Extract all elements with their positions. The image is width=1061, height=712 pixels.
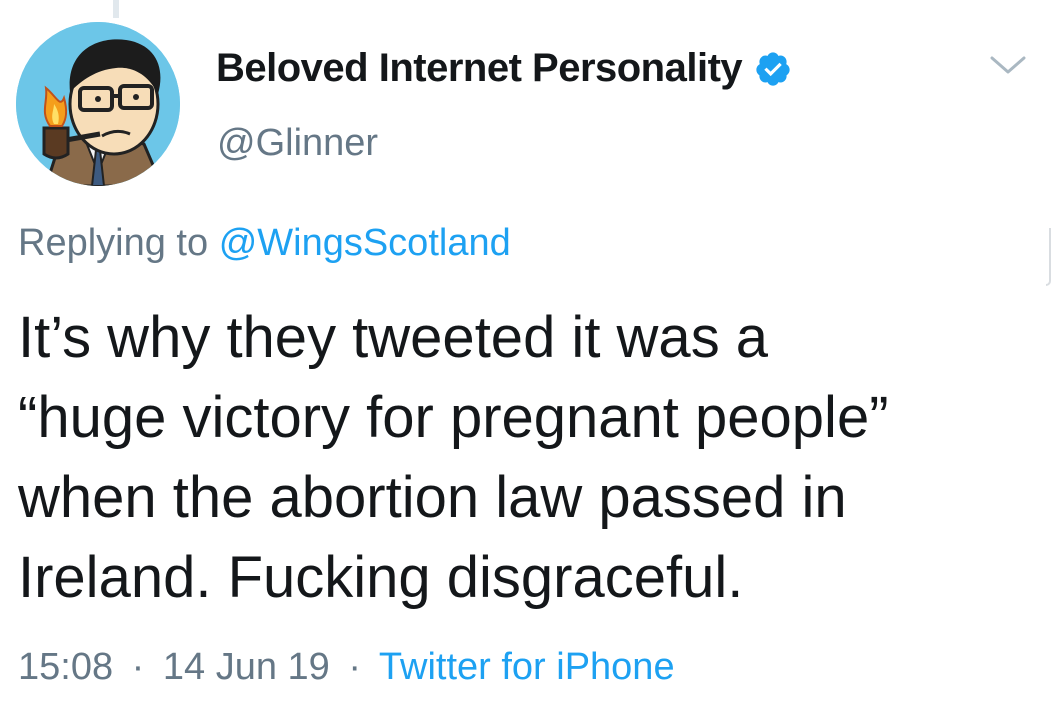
meta-separator: · <box>348 646 362 688</box>
tweet-source-link[interactable]: Twitter for iPhone <box>379 646 675 688</box>
chevron-down-icon[interactable] <box>986 50 1030 80</box>
reply-mention-link[interactable]: @WingsScotland <box>219 222 511 264</box>
tweet-meta: 15:08 · 14 Jun 19 · Twitter for iPhone <box>18 646 675 689</box>
avatar[interactable] <box>16 22 180 186</box>
replying-to-label: Replying to <box>18 222 209 264</box>
tweet-card: Beloved Internet Personality @Glinner Re… <box>0 0 1061 712</box>
thread-connector-line <box>113 0 119 18</box>
display-name[interactable]: Beloved Internet Personality <box>216 46 743 91</box>
tweet-date[interactable]: 14 Jun 19 <box>163 646 330 688</box>
scroll-edge-decoration <box>1046 228 1051 286</box>
tweet-time[interactable]: 15:08 <box>18 646 113 688</box>
replying-to-line: Replying to @WingsScotland <box>18 222 511 265</box>
cartoon-portrait-image <box>16 22 180 186</box>
author-name-row[interactable]: Beloved Internet Personality <box>216 46 792 91</box>
author-handle[interactable]: @Glinner <box>217 122 378 165</box>
verified-badge-icon <box>756 51 790 86</box>
meta-separator: · <box>131 646 145 688</box>
tweet-text: It’s why they tweeted it was a “huge vic… <box>18 305 889 610</box>
